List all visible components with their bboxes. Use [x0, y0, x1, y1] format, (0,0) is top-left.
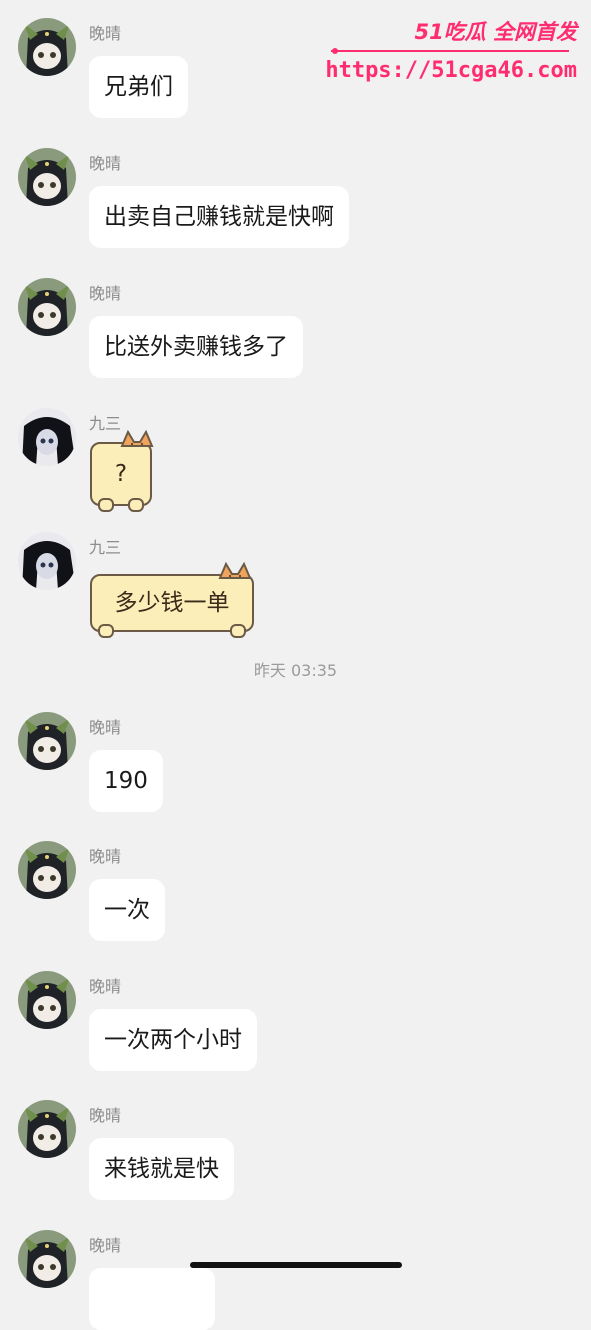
- sender-name: 晚晴: [89, 847, 122, 866]
- avatar-jiusan[interactable]: [18, 408, 76, 466]
- paw-right: [230, 624, 246, 638]
- paw-left: [98, 624, 114, 638]
- paw-left: [98, 498, 114, 512]
- sender-name: 九三: [89, 538, 122, 557]
- sender-name: 晚晴: [89, 718, 122, 737]
- cat-ears-icon: [120, 429, 154, 447]
- chat-timestamp: 昨天 03:35: [253, 661, 338, 680]
- avatar-wanqing[interactable]: [18, 1230, 76, 1288]
- sender-name: 晚晴: [89, 154, 122, 173]
- home-indicator[interactable]: [190, 1262, 402, 1268]
- watermark-url: https://51cga46.com: [325, 58, 577, 83]
- watermark: 51吃瓜 全网首发 https://51cga46.com: [325, 10, 577, 90]
- paw-right: [128, 498, 144, 512]
- avatar-wanqing[interactable]: [18, 18, 76, 76]
- avatar-wanqing[interactable]: [18, 278, 76, 336]
- message-bubble[interactable]: 出卖自己赚钱就是快啊: [89, 186, 349, 248]
- avatar-wanqing[interactable]: [18, 971, 76, 1029]
- avatar-wanqing[interactable]: [18, 148, 76, 206]
- avatar-wanqing[interactable]: [18, 1100, 76, 1158]
- message-bubble[interactable]: 来钱就是快: [89, 1138, 234, 1200]
- message-text: ?: [114, 461, 128, 487]
- sender-name: 晚晴: [89, 1236, 122, 1255]
- watermark-circuit-line: [331, 48, 569, 54]
- avatar-wanqing[interactable]: [18, 841, 76, 899]
- message-bubble[interactable]: 一次: [89, 879, 165, 941]
- message-text: 多少钱一单: [114, 590, 230, 616]
- avatar-jiusan[interactable]: [18, 532, 76, 590]
- sender-name: 晚晴: [89, 24, 122, 43]
- message-bubble[interactable]: 一次两个小时: [89, 1009, 257, 1071]
- message-bubble[interactable]: 190: [89, 750, 163, 812]
- sender-name: 晚晴: [89, 284, 122, 303]
- message-bubble[interactable]: [89, 1268, 215, 1330]
- avatar-wanqing[interactable]: [18, 712, 76, 770]
- watermark-brand: 51吃瓜 全网首发: [414, 20, 577, 44]
- sender-name: 晚晴: [89, 1106, 122, 1125]
- sender-name: 晚晴: [89, 977, 122, 996]
- message-bubble[interactable]: 比送外卖赚钱多了: [89, 316, 303, 378]
- message-bubble[interactable]: 兄弟们: [89, 56, 188, 118]
- chat-screen: { "watermark": { "brand": "51吃瓜 全网首发", "…: [0, 0, 591, 1330]
- cat-ears-icon: [218, 561, 252, 579]
- sender-name: 九三: [89, 414, 122, 433]
- cat-sticker-bubble[interactable]: ?: [90, 429, 154, 512]
- cat-sticker-bubble[interactable]: 多少钱一单: [90, 561, 254, 638]
